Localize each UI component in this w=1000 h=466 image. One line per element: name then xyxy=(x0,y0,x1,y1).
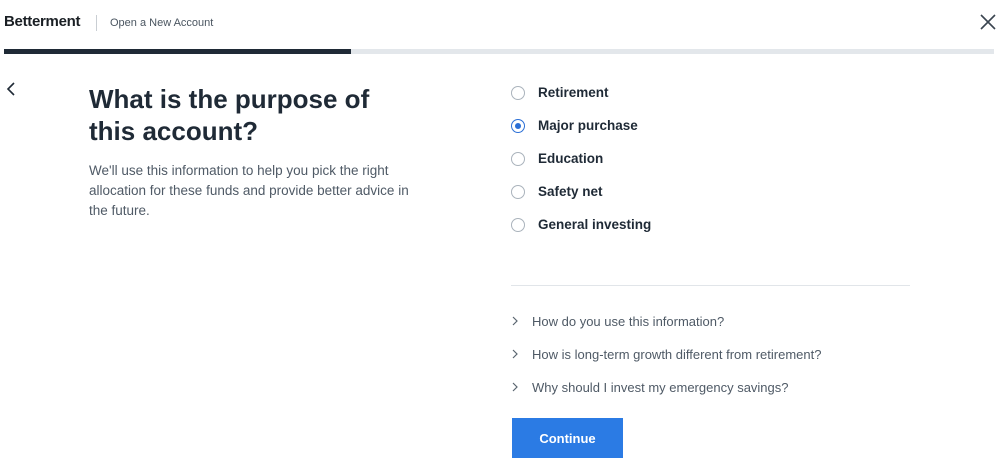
option-education[interactable]: Education xyxy=(511,151,603,166)
progress-bar-fill xyxy=(4,49,351,54)
radio-button[interactable] xyxy=(511,85,525,100)
option-retirement[interactable]: Retirement xyxy=(511,85,609,100)
header-subtitle: Open a New Account xyxy=(110,17,214,29)
option-general-investing[interactable]: General investing xyxy=(511,217,651,232)
chevron-right-icon xyxy=(511,346,519,358)
radio-button[interactable] xyxy=(511,118,525,133)
option-safety-net[interactable]: Safety net xyxy=(511,184,603,199)
option-label: Safety net xyxy=(538,184,603,199)
page-title: What is the purpose of this account? xyxy=(89,84,370,146)
faq-text: Why should I invest my emergency savings… xyxy=(532,380,789,395)
faq-growth-vs-retirement[interactable]: How is long-term growth different from r… xyxy=(511,347,821,362)
brand-logo[interactable]: Betterment xyxy=(4,13,80,30)
chevron-right-icon xyxy=(511,379,519,391)
close-icon[interactable] xyxy=(978,12,998,32)
option-label: General investing xyxy=(538,217,652,232)
section-divider xyxy=(511,285,910,286)
option-major-purchase[interactable]: Major purchase xyxy=(511,118,638,133)
faq-emergency-savings[interactable]: Why should I invest my emergency savings… xyxy=(511,380,789,395)
faq-how-use-information[interactable]: How do you use this information? xyxy=(511,314,724,329)
faq-text: How is long-term growth different from r… xyxy=(532,347,822,362)
question-description: We'll use this information to help you p… xyxy=(89,163,409,218)
option-label: Education xyxy=(538,151,604,166)
chevron-left-icon[interactable] xyxy=(4,81,20,97)
faq-text: How do you use this information? xyxy=(532,314,725,329)
radio-button[interactable] xyxy=(511,217,525,232)
option-label: Retirement xyxy=(538,85,609,100)
header-divider xyxy=(96,15,97,31)
option-label: Major purchase xyxy=(538,118,638,133)
radio-button[interactable] xyxy=(511,184,525,199)
radio-button[interactable] xyxy=(511,151,525,166)
continue-button[interactable]: Continue xyxy=(512,418,623,458)
chevron-right-icon xyxy=(511,313,519,325)
progress-bar xyxy=(4,49,994,54)
